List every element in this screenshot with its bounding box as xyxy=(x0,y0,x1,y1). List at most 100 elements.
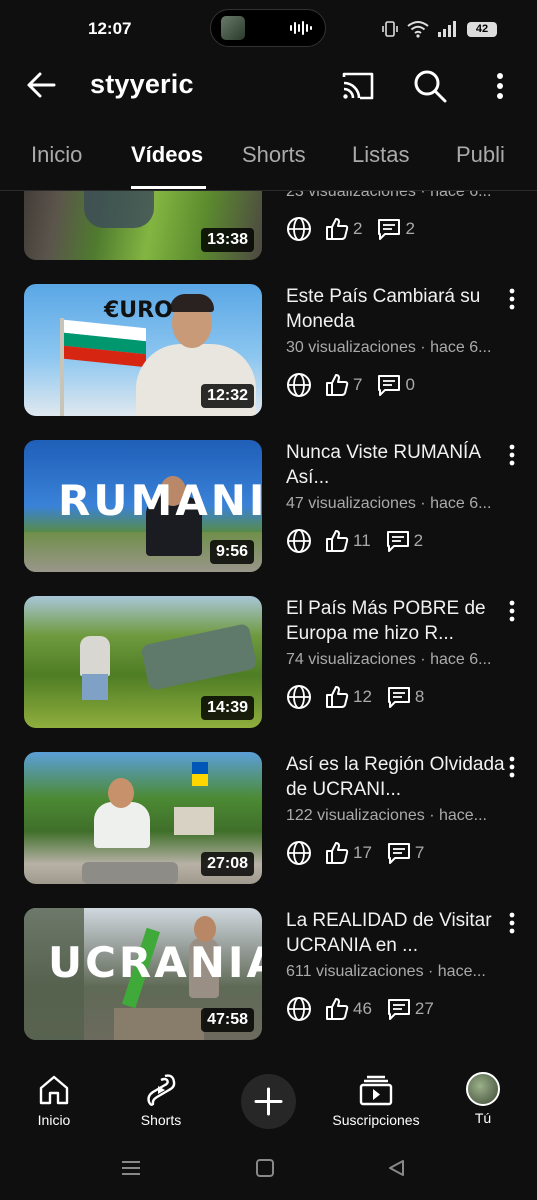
tab-inicio[interactable]: Inicio xyxy=(31,142,82,168)
video-options-icon[interactable] xyxy=(504,600,520,622)
thumbnail-caption: RUMANIA xyxy=(58,476,262,525)
create-button[interactable] xyxy=(241,1074,296,1129)
battery-indicator: 42 xyxy=(467,21,497,37)
channel-tabs: Inicio Vídeos Shorts Listas Publi xyxy=(0,130,537,191)
video-item[interactable]: UCRANIA 47:58 La REALIDAD de Visitar UCR… xyxy=(0,908,537,1040)
like-icon xyxy=(326,842,349,864)
globe-icon xyxy=(287,217,311,241)
video-meta: 122 visualizaciones · hace... xyxy=(286,807,487,824)
video-duration: 27:08 xyxy=(201,852,254,876)
comment-count: 2 xyxy=(405,219,415,238)
thumbnail-caption: UCRANIA xyxy=(48,938,262,987)
active-tab-indicator xyxy=(131,186,206,189)
system-navigation-bar xyxy=(0,1146,537,1200)
video-options-icon[interactable] xyxy=(504,756,520,778)
video-stats: 11 2 xyxy=(286,526,437,556)
video-thumbnail[interactable]: 13:38 xyxy=(24,191,262,260)
channel-name: styyeric xyxy=(90,69,194,99)
nav-subscriptions-label: Suscripciones xyxy=(332,1112,420,1128)
video-list[interactable]: 13:38 23 visualizaciones · hace 6... 2 2… xyxy=(0,191,537,1051)
video-title: Nunca Viste RUMANÍA Así... xyxy=(286,442,480,488)
video-item[interactable]: €URO 12:32 Este País Cambiará su Moneda … xyxy=(0,284,537,416)
video-meta: 23 visualizaciones · hace 6... xyxy=(286,191,492,200)
shorts-icon xyxy=(147,1074,176,1106)
nav-home[interactable]: Inicio xyxy=(24,1072,84,1128)
video-duration: 12:32 xyxy=(201,384,254,408)
comment-icon xyxy=(378,375,401,396)
avatar xyxy=(466,1072,500,1106)
comment-icon xyxy=(387,687,410,708)
nav-shorts-label: Shorts xyxy=(140,1112,182,1128)
comment-count: 7 xyxy=(414,843,425,862)
comment-icon xyxy=(386,531,409,552)
video-item[interactable]: 13:38 23 visualizaciones · hace 6... 2 2 xyxy=(0,191,537,260)
video-meta: 74 visualizaciones · hace 6... xyxy=(286,651,492,668)
status-time: 12:07 xyxy=(88,19,132,38)
more-options-icon[interactable] xyxy=(485,68,515,104)
plus-icon xyxy=(254,1087,283,1116)
tab-listas[interactable]: Listas xyxy=(352,142,409,168)
video-item[interactable]: 14:39 El País Más POBRE de Europa me hiz… xyxy=(0,596,537,728)
video-stats: 12 8 xyxy=(286,682,438,712)
video-title: Este País Cambiará su Moneda xyxy=(286,286,481,332)
video-stats: 46 27 xyxy=(286,994,448,1024)
back-button-icon[interactable] xyxy=(386,1158,406,1178)
comment-icon xyxy=(378,219,401,240)
comment-icon xyxy=(387,999,410,1020)
video-meta: 30 visualizaciones · hace 6... xyxy=(286,339,492,356)
like-count: 17 xyxy=(353,843,372,862)
video-options-icon[interactable] xyxy=(504,912,520,934)
video-options-icon[interactable] xyxy=(504,444,520,466)
video-thumbnail[interactable]: 27:08 xyxy=(24,752,262,884)
like-icon xyxy=(326,530,349,552)
globe-icon xyxy=(287,529,311,553)
tab-videos[interactable]: Vídeos xyxy=(131,142,203,168)
globe-icon xyxy=(287,841,311,865)
cast-icon[interactable] xyxy=(340,68,376,104)
like-count: 7 xyxy=(353,375,363,394)
globe-icon xyxy=(287,373,311,397)
recents-icon[interactable] xyxy=(120,1158,142,1178)
comment-count: 8 xyxy=(414,687,425,706)
bottom-navigation: Inicio Shorts Suscripciones Tú xyxy=(0,1052,537,1146)
nav-home-label: Inicio xyxy=(37,1112,71,1128)
tab-publicaciones[interactable]: Publi xyxy=(456,142,505,168)
video-duration: 13:38 xyxy=(201,228,254,252)
nav-shorts[interactable]: Shorts xyxy=(131,1072,191,1128)
video-thumbnail[interactable]: 14:39 xyxy=(24,596,262,728)
like-icon xyxy=(326,374,349,396)
tab-shorts[interactable]: Shorts xyxy=(242,142,306,168)
nav-subscriptions[interactable]: Suscripciones xyxy=(326,1072,426,1128)
globe-icon xyxy=(287,685,311,709)
video-title: El País Más POBRE de Europa me hizo R... xyxy=(286,598,486,644)
back-arrow-icon[interactable] xyxy=(24,68,58,102)
video-meta: 611 visualizaciones · hace... xyxy=(286,963,486,980)
like-count: 46 xyxy=(353,999,372,1018)
comment-count: 0 xyxy=(405,375,415,394)
like-icon xyxy=(326,686,349,708)
video-title: La REALIDAD de Visitar UCRANIA en ... xyxy=(286,910,492,956)
comment-icon xyxy=(387,843,410,864)
video-item[interactable]: RUMANIA 9:56 Nunca Viste RUMANÍA Así... … xyxy=(0,440,537,572)
wifi-icon xyxy=(407,21,429,38)
signal-icon xyxy=(438,21,456,37)
video-options-icon[interactable] xyxy=(504,288,520,310)
nav-you[interactable]: Tú xyxy=(458,1072,508,1126)
video-item[interactable]: 27:08 Así es la Región Olvidada de UCRAN… xyxy=(0,752,537,884)
like-count: 2 xyxy=(353,219,363,238)
nav-you-label: Tú xyxy=(474,1110,492,1126)
video-title: Así es la Región Olvidada de UCRANI... xyxy=(286,754,505,800)
video-thumbnail[interactable]: RUMANIA 9:56 xyxy=(24,440,262,572)
video-duration: 14:39 xyxy=(201,696,254,720)
like-icon xyxy=(326,998,349,1020)
comment-count: 27 xyxy=(414,999,434,1018)
video-stats: 7 0 xyxy=(286,370,429,400)
globe-icon xyxy=(287,997,311,1021)
video-thumbnail[interactable]: €URO 12:32 xyxy=(24,284,262,416)
search-icon[interactable] xyxy=(412,68,448,104)
video-stats: 17 7 xyxy=(286,838,438,868)
like-count: 11 xyxy=(353,531,371,550)
video-thumbnail[interactable]: UCRANIA 47:58 xyxy=(24,908,262,1040)
vibrate-icon xyxy=(382,21,398,37)
home-button-icon[interactable] xyxy=(255,1158,275,1178)
